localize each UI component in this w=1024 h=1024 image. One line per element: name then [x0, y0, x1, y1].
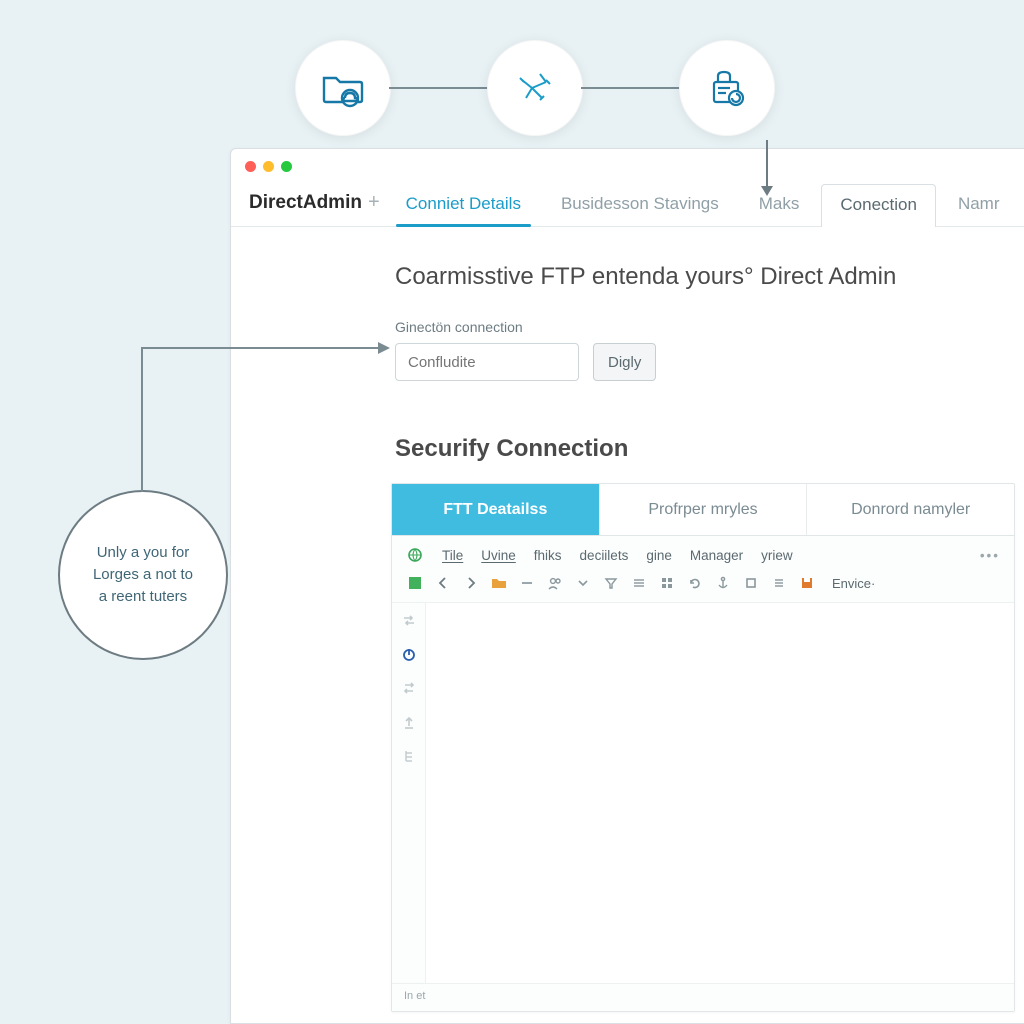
ftp-menu-item[interactable]: yriew: [761, 548, 793, 563]
filter-icon[interactable]: [602, 574, 620, 592]
upload-icon[interactable]: [400, 713, 418, 731]
refresh-icon[interactable]: [686, 574, 704, 592]
divider-icon: [518, 574, 536, 592]
forward-icon[interactable]: [462, 574, 480, 592]
brand-label: DirectAdmin: [249, 192, 362, 214]
lock-list-icon: [704, 66, 750, 110]
panel-tab-donrord-namyler[interactable]: Donrord namyler: [807, 484, 1014, 535]
step-circle-2: [487, 40, 583, 136]
step-connector: [581, 87, 681, 89]
folder-orange-icon[interactable]: [490, 574, 508, 592]
step-circles: [295, 40, 775, 136]
maximize-window-icon[interactable]: [281, 161, 292, 172]
ftp-status-bar: In et: [392, 983, 1014, 1011]
folder-cloud-icon: [320, 68, 366, 108]
branches-icon: [512, 68, 558, 108]
panel-tab-profrper-mryles[interactable]: Profrper mryles: [600, 484, 808, 535]
tab-conniet-details[interactable]: Conniet Details: [388, 194, 539, 226]
step-connector: [389, 87, 489, 89]
ftp-menu-item[interactable]: Uvine: [481, 548, 516, 563]
top-tabs: DirectAdmin + Conniet Details Busidesson…: [231, 179, 1024, 227]
arrow-down-icon: [756, 140, 778, 198]
connection-field-label: Ginectön connection: [395, 319, 1015, 335]
env-label: Envice·: [832, 576, 875, 591]
ftp-body: [392, 603, 1014, 983]
ftp-file-pane[interactable]: [426, 603, 1014, 983]
callout-line: a reent tuters: [93, 586, 193, 608]
digly-button[interactable]: Digly: [593, 343, 656, 381]
disk-icon[interactable]: [798, 574, 816, 592]
ftp-menu-item[interactable]: Tile: [442, 548, 463, 563]
page-title: Coarmisstive FTP entenda yours° Direct A…: [395, 263, 1015, 291]
globe-icon: [406, 546, 424, 564]
grid-icon[interactable]: [658, 574, 676, 592]
dropdown-icon[interactable]: [574, 574, 592, 592]
panel-tab-ftt-details[interactable]: FTT Deatailss: [392, 484, 600, 535]
tab-busidesson-stavings[interactable]: Busidesson Stavings: [543, 194, 737, 226]
step-circle-1: [295, 40, 391, 136]
ftp-menu-item[interactable]: deciilets: [580, 548, 629, 563]
step-circle-3: [679, 40, 775, 136]
tab-conection[interactable]: Conection: [821, 184, 936, 227]
section-title: Securify Connection: [395, 435, 1015, 463]
ftp-toolbar: Envice·: [392, 570, 1014, 603]
callout-line: Lorges a not to: [93, 564, 193, 586]
connection-input[interactable]: [395, 343, 579, 381]
overflow-icon[interactable]: •••: [980, 548, 1000, 563]
close-window-icon[interactable]: [245, 161, 256, 172]
tree-icon[interactable]: [400, 747, 418, 765]
panel-tabs: FTT Deatailss Profrper mryles Donrord na…: [392, 484, 1014, 536]
brand-title: DirectAdmin +: [245, 191, 384, 226]
anchor-icon[interactable]: [714, 574, 732, 592]
tab-maks[interactable]: Maks: [741, 194, 818, 226]
users-icon[interactable]: [546, 574, 564, 592]
callout-arrow-icon: [130, 340, 400, 520]
bars-icon[interactable]: [630, 574, 648, 592]
ftp-menu-item[interactable]: gine: [646, 548, 672, 563]
ftp-client: Tile Uvine fhiks deciilets gine Manager …: [392, 536, 1014, 1011]
app-window: DirectAdmin + Conniet Details Busidesson…: [230, 148, 1024, 1024]
ftp-menu-item[interactable]: Manager: [690, 548, 743, 563]
square-green-icon[interactable]: [406, 574, 424, 592]
add-tab-icon[interactable]: +: [368, 191, 380, 214]
back-icon[interactable]: [434, 574, 452, 592]
ftp-sidebar: [392, 603, 426, 983]
ftp-menu-item[interactable]: fhiks: [534, 548, 562, 563]
connection-field-row: Digly: [395, 343, 1015, 381]
minimize-window-icon[interactable]: [263, 161, 274, 172]
tab-namr[interactable]: Namr: [940, 194, 1018, 226]
swap-icon[interactable]: [400, 679, 418, 697]
power-icon[interactable]: [400, 645, 418, 663]
callout-line: Unly a you for: [93, 542, 193, 564]
list-lines-icon[interactable]: [770, 574, 788, 592]
window-controls[interactable]: [245, 161, 292, 172]
ftp-menubar: Tile Uvine fhiks deciilets gine Manager …: [392, 536, 1014, 570]
stop-icon[interactable]: [742, 574, 760, 592]
transfer-icon[interactable]: [400, 611, 418, 629]
security-panel: FTT Deatailss Profrper mryles Donrord na…: [391, 483, 1015, 1012]
